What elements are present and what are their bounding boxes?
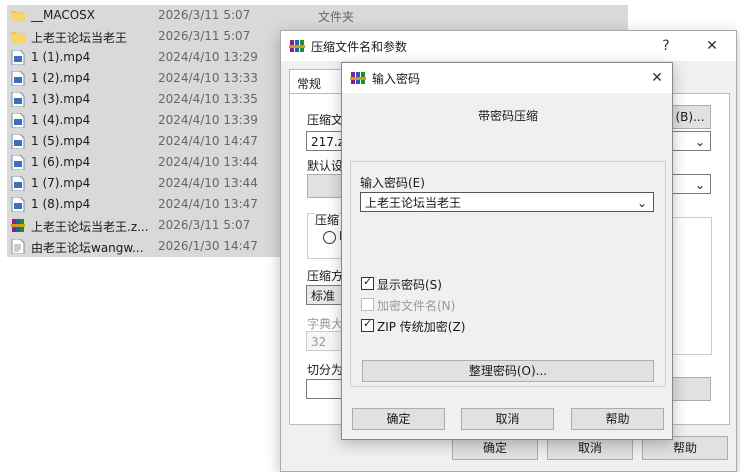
password-label: 输入密码(E)	[360, 176, 425, 190]
zip-legacy-checkbox[interactable]: ✓	[361, 317, 374, 332]
file-name: 1 (2).mp4	[31, 71, 91, 85]
password-ok-button[interactable]: 确定	[352, 408, 445, 430]
archive-name-field[interactable]: 217.zip	[306, 131, 342, 151]
text-file-icon	[11, 238, 25, 255]
file-name: 上老王论坛当老王.z...	[31, 220, 149, 234]
folder-icon	[11, 8, 25, 23]
archive-ok-label: 确定	[482, 441, 507, 455]
file-date: 2024/4/10 13:39	[158, 113, 258, 127]
video-file-icon	[11, 49, 25, 66]
file-date: 2024/4/10 13:47	[158, 197, 258, 211]
password-cancel-label: 取消	[495, 412, 520, 426]
file-name: 1 (8).mp4	[31, 197, 91, 211]
archive-name-value: 217.zip	[311, 135, 342, 149]
update-mode-dropdown[interactable]: ⌄	[669, 174, 711, 194]
encrypt-filenames-checkbox[interactable]	[361, 298, 374, 311]
archive-cancel-label: 取消	[577, 441, 602, 455]
password-dialog-titlebar: 输入密码 ✕	[342, 63, 672, 93]
file-date: 2024/4/10 13:33	[158, 71, 258, 85]
help-icon[interactable]: ?	[653, 35, 679, 57]
file-name: 上老王论坛当老王	[31, 31, 128, 45]
archive-dialog-title: 压缩文件名和参数	[311, 40, 408, 54]
winrar-icon	[350, 72, 366, 84]
file-date: 2024/4/10 13:44	[158, 176, 258, 190]
file-name: 1 (1).mp4	[31, 50, 91, 64]
winrar-archive-icon	[11, 218, 25, 233]
dictionary-label: 字典大	[307, 317, 344, 331]
winrar-icon	[289, 40, 305, 52]
video-file-icon	[11, 196, 25, 213]
file-date: 2026/3/11 5:07	[158, 29, 251, 43]
video-file-icon	[11, 70, 25, 87]
encrypt-filenames-label: 加密文件名(N)	[377, 299, 456, 313]
chevron-down-icon: ⌄	[636, 196, 647, 210]
dictionary-value: 32	[311, 335, 327, 349]
password-help-button[interactable]: 帮助	[571, 408, 664, 430]
archive-format-label: 压缩	[315, 211, 340, 228]
browse-button[interactable]: (B)...	[669, 105, 711, 129]
organize-passwords-label: 整理密码(O)...	[468, 364, 548, 378]
file-date: 2026/3/11 5:07	[158, 218, 251, 232]
browse-button-label: (B)...	[675, 110, 705, 124]
tab-general[interactable]: 常规	[289, 69, 343, 94]
archive-name-dropdown[interactable]: ⌄	[669, 131, 711, 151]
zip-legacy-label: ZIP 传统加密(Z)	[377, 320, 466, 334]
file-type: 文件夹	[318, 10, 355, 24]
file-name: 1 (7).mp4	[31, 176, 91, 190]
method-value: 标准	[311, 289, 336, 303]
file-name: 1 (4).mp4	[31, 113, 91, 127]
options-group	[669, 217, 712, 355]
archive-help-label: 帮助	[672, 441, 697, 455]
file-date: 2024/4/10 13:44	[158, 155, 258, 169]
file-name: 1 (6).mp4	[31, 155, 91, 169]
split-field[interactable]	[306, 379, 343, 399]
tab-general-label: 常规	[297, 77, 322, 91]
split-label: 切分为	[307, 363, 344, 377]
password-heading: 带密码压缩	[478, 109, 539, 123]
password-ok-label: 确定	[386, 412, 411, 426]
password-input[interactable]: 上老王论坛当老王 ⌄	[360, 192, 654, 212]
profiles-button[interactable]	[307, 174, 345, 198]
default-settings-label: 默认设	[307, 159, 344, 173]
chevron-down-icon: ⌄	[694, 135, 705, 149]
method-dropdown[interactable]: 标准	[306, 285, 343, 305]
password-dialog: 输入密码 ✕ 带密码压缩 输入密码(E) 上老王论坛当老王 ⌄ ✓ 显示密码(S…	[341, 62, 673, 440]
method-label: 压缩方	[307, 269, 344, 283]
close-icon[interactable]: ✕	[644, 67, 670, 89]
file-date: 2024/4/10 13:35	[158, 92, 258, 106]
file-date: 2026/1/30 14:47	[158, 239, 258, 253]
video-file-icon	[11, 91, 25, 108]
file-name: 由老王论坛wangw...	[31, 241, 144, 255]
file-date: 2024/4/10 14:47	[158, 134, 258, 148]
show-password-checkbox[interactable]: ✓	[361, 275, 374, 290]
video-file-icon	[11, 154, 25, 171]
split-side-button[interactable]	[669, 377, 711, 401]
file-date: 2024/4/10 13:29	[158, 50, 258, 64]
video-file-icon	[11, 112, 25, 129]
password-dialog-title: 输入密码	[372, 72, 421, 86]
file-name: 1 (5).mp4	[31, 134, 91, 148]
check-icon: ✓	[363, 317, 373, 330]
file-name: __MACOSX	[31, 8, 96, 22]
close-icon[interactable]: ✕	[699, 35, 725, 57]
folder-icon	[11, 29, 25, 44]
file-date: 2026/3/11 5:07	[158, 8, 251, 22]
video-file-icon	[11, 133, 25, 150]
password-help-label: 帮助	[605, 412, 630, 426]
list-item[interactable]: __MACOSX 2026/3/11 5:07 文件夹	[7, 5, 628, 26]
dictionary-dropdown[interactable]: 32	[306, 331, 343, 351]
archive-name-label: 压缩文	[307, 113, 344, 127]
organize-passwords-button[interactable]: 整理密码(O)...	[362, 360, 654, 382]
show-password-label: 显示密码(S)	[377, 278, 442, 292]
file-name: 1 (3).mp4	[31, 92, 91, 106]
rar-radio[interactable]	[323, 231, 336, 244]
check-icon: ✓	[363, 275, 373, 288]
password-cancel-button[interactable]: 取消	[461, 408, 554, 430]
password-value: 上老王论坛当老王	[365, 196, 462, 210]
archive-dialog-titlebar: 压缩文件名和参数 ? ✕	[281, 31, 736, 61]
chevron-down-icon: ⌄	[694, 178, 705, 192]
video-file-icon	[11, 175, 25, 192]
